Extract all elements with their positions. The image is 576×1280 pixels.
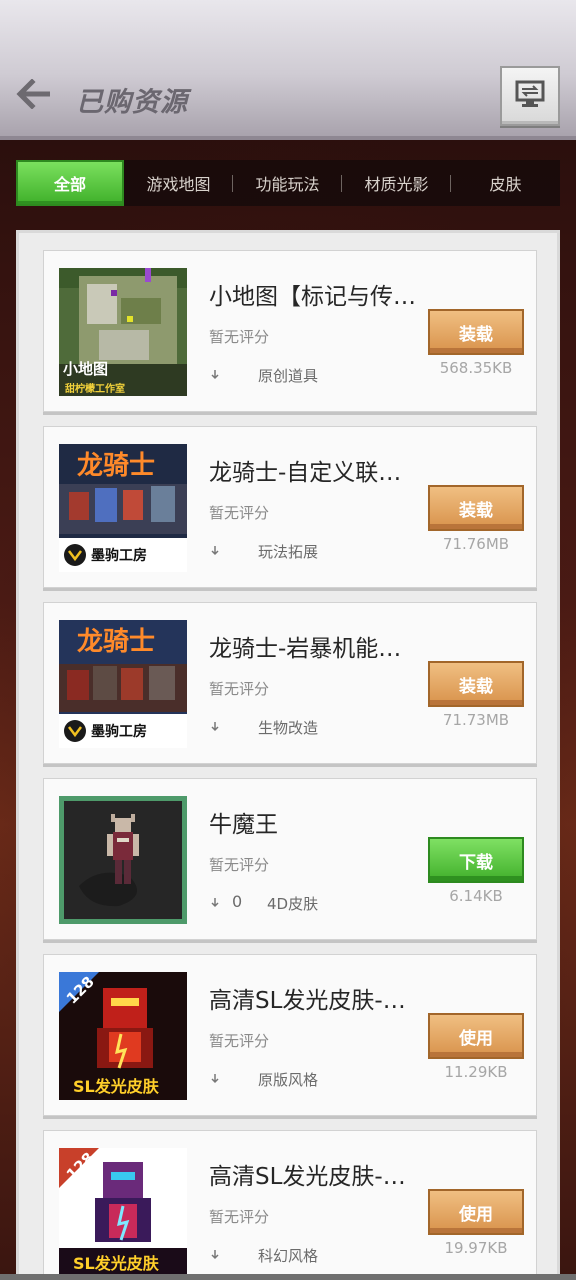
load-button[interactable]: 装载 [428, 661, 524, 707]
arrow-left-icon [16, 78, 52, 113]
resource-thumbnail: 128 SL发光皮肤 [59, 972, 187, 1100]
rating-text: 暂无评分 [209, 680, 270, 698]
category-label: 生物改造 [258, 719, 319, 737]
list-item[interactable]: 128 SL发光皮肤 高清SL发光皮肤-… 暂无评分 原版风格 使用 11.29… [43, 954, 537, 1116]
load-button[interactable]: 装载 [428, 309, 524, 355]
rating-text: 暂无评分 [209, 328, 270, 346]
download-count-icon [209, 720, 221, 734]
list-item[interactable]: 小地图 甜柠檬工作室 小地图【标记与传… 暂无评分 原创道具 装载 568.35… [43, 250, 537, 412]
thumbnail-title: 龙骑士 [77, 627, 155, 657]
file-size: 568.35KB [439, 359, 513, 377]
download-button[interactable]: 下载 [428, 837, 524, 883]
file-size: 71.73MB [442, 711, 510, 729]
resource-title: 龙骑士-自定义联… [209, 460, 402, 486]
use-button[interactable]: 使用 [428, 1013, 524, 1059]
tab-all[interactable]: 全部 [16, 160, 124, 206]
back-button[interactable] [14, 78, 54, 114]
resource-thumbnail: 小地图 甜柠檬工作室 [59, 268, 187, 396]
resource-title: 龙骑士-岩暴机能… [209, 636, 402, 662]
tab-gameplay[interactable]: 功能玩法 [233, 160, 342, 206]
file-size: 11.29KB [444, 1063, 508, 1081]
resource-title: 小地图【标记与传… [209, 284, 416, 310]
thumbnail-studio: 甜柠檬工作室 [65, 382, 125, 395]
page-title: 已购资源 [76, 87, 188, 118]
tab-game-maps[interactable]: 游戏地图 [124, 160, 233, 206]
category-label: 4D皮肤 [267, 895, 319, 913]
tab-textures-shaders[interactable]: 材质光影 [342, 160, 451, 206]
resource-thumbnail: 龙骑士 墨驹工房 [59, 444, 187, 572]
file-size: 19.97KB [444, 1239, 508, 1257]
purchased-resource-list[interactable]: 小地图 甜柠檬工作室 小地图【标记与传… 暂无评分 原创道具 装载 568.35… [16, 230, 560, 1280]
category-label: 原创道具 [258, 367, 319, 385]
rating-text: 暂无评分 [209, 504, 270, 522]
title-bar: 已购资源 [0, 0, 576, 140]
category-tabs: 全部 游戏地图 功能玩法 材质光影 皮肤 [16, 160, 560, 206]
category-label: 玩法拓展 [258, 543, 319, 561]
download-count-icon [209, 368, 221, 382]
rating-text: 暂无评分 [209, 856, 270, 874]
switch-view-button[interactable] [500, 66, 560, 126]
resource-thumbnail: 128 SL发光皮肤 [59, 1148, 187, 1276]
rating-text: 暂无评分 [209, 1032, 270, 1050]
tab-skins[interactable]: 皮肤 [451, 160, 560, 206]
list-item[interactable]: 牛魔王 暂无评分 0 4D皮肤 下载 6.14KB [43, 778, 537, 940]
download-count-icon [209, 544, 221, 558]
file-size: 71.76MB [442, 535, 510, 553]
resource-thumbnail [59, 796, 187, 924]
download-count: 0 [232, 892, 243, 911]
resource-thumbnail: 龙骑士 墨驹工房 [59, 620, 187, 748]
rating-text: 暂无评分 [209, 1208, 270, 1226]
download-count-icon [209, 1248, 221, 1262]
file-size: 6.14KB [449, 887, 503, 905]
load-button[interactable]: 装载 [428, 485, 524, 531]
thumbnail-title: SL发光皮肤 [73, 1077, 160, 1096]
resource-title: 高清SL发光皮肤-… [209, 988, 406, 1014]
thumbnail-title: 龙骑士 [77, 451, 155, 481]
thumbnail-studio: 墨驹工房 [91, 547, 147, 564]
category-label: 科幻风格 [258, 1247, 319, 1265]
use-button[interactable]: 使用 [428, 1189, 524, 1235]
screen-swap-icon [515, 80, 545, 112]
list-item[interactable]: 龙骑士 墨驹工房 龙骑士-岩暴机能… 暂无评分 生物改造 装载 71.73MB [43, 602, 537, 764]
download-count-icon [209, 1072, 221, 1086]
resource-title: 高清SL发光皮肤-… [209, 1164, 406, 1190]
thumbnail-studio: 墨驹工房 [91, 723, 147, 740]
category-label: 原版风格 [258, 1071, 319, 1089]
resource-title: 牛魔王 [209, 812, 278, 838]
thumbnail-title: SL发光皮肤 [73, 1254, 160, 1273]
bottom-edge [0, 1274, 576, 1280]
list-item[interactable]: 128 SL发光皮肤 高清SL发光皮肤-… 暂无评分 科幻风格 使用 19.97… [43, 1130, 537, 1280]
thumbnail-title: 小地图 [63, 360, 108, 378]
download-count-icon [209, 896, 221, 910]
list-item[interactable]: 龙骑士 墨驹工房 龙骑士-自定义联… 暂无评分 玩法拓展 装载 71.76MB [43, 426, 537, 588]
